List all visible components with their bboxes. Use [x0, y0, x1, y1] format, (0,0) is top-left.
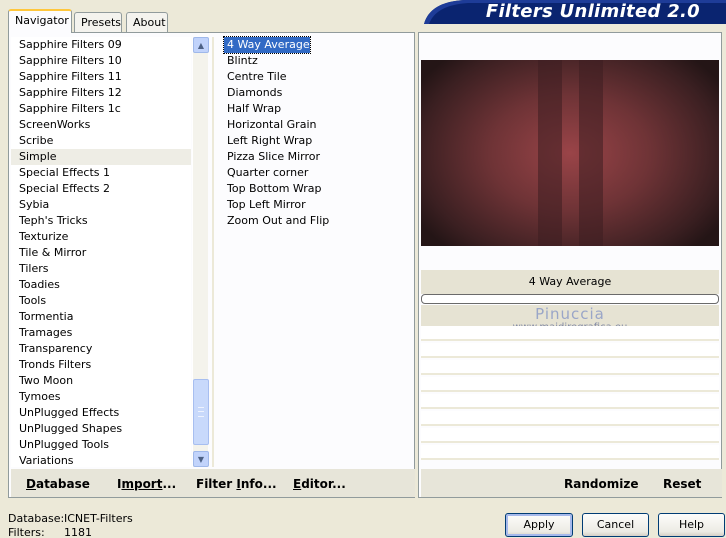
category-item[interactable]: Teph's Tricks	[11, 213, 191, 229]
category-item[interactable]: Tools	[11, 293, 191, 309]
preview-toolbar: Randomize Reset	[421, 469, 722, 497]
category-item[interactable]: Sybia	[11, 197, 191, 213]
filters-label: Filters:	[8, 526, 45, 538]
category-item[interactable]: Tormentia	[11, 309, 191, 325]
import-button[interactable]: Import...	[117, 477, 176, 491]
scroll-up-button[interactable]: ▲	[193, 37, 209, 53]
category-item[interactable]: UnPlugged Shapes	[11, 421, 191, 437]
filter-item[interactable]: Quarter corner	[224, 165, 308, 181]
reset-button[interactable]: Reset	[663, 477, 701, 491]
preview-filter-name: 4 Way Average	[421, 270, 719, 294]
category-item[interactable]: Special Effects 2	[11, 181, 191, 197]
parameter-slot	[421, 360, 719, 375]
tab-navigator[interactable]: Navigator	[8, 9, 72, 33]
filter-item[interactable]: Diamonds	[224, 85, 282, 101]
list-divider	[212, 37, 214, 467]
parameter-slot	[421, 394, 719, 409]
category-item[interactable]: Toadies	[11, 277, 191, 293]
filter-preview-image	[421, 60, 719, 246]
filter-item[interactable]: Top Bottom Wrap	[224, 181, 322, 197]
status-area: Database:ICNET-Filters Filters: 1181	[8, 512, 133, 538]
grip-icon	[198, 407, 204, 417]
parameter-slot	[421, 445, 719, 460]
chevron-up-icon: ▲	[197, 40, 205, 50]
apply-button[interactable]: Apply	[505, 513, 573, 537]
category-item[interactable]: UnPlugged Tools	[11, 437, 191, 453]
category-item[interactable]: Sapphire Filters 12	[11, 85, 191, 101]
parameter-slot	[421, 343, 719, 358]
category-item[interactable]: Sapphire Filters 09	[11, 37, 191, 53]
category-item[interactable]: Transparency	[11, 341, 191, 357]
category-item[interactable]: Special Effects 1	[11, 165, 191, 181]
category-item[interactable]: ScreenWorks	[11, 117, 191, 133]
category-item[interactable]: Tilers	[11, 261, 191, 277]
filters-count: 1181	[64, 526, 92, 538]
database-label: Database:	[8, 512, 65, 525]
category-item[interactable]: Tile & Mirror	[11, 245, 191, 261]
category-item[interactable]: Sapphire Filters 11	[11, 69, 191, 85]
help-button[interactable]: Help	[658, 513, 725, 537]
filter-item[interactable]: Centre Tile	[224, 69, 287, 85]
app-banner: Filters Unlimited 2.0	[424, 0, 726, 24]
category-item[interactable]: Sapphire Filters 1c	[11, 101, 191, 117]
category-item[interactable]: Tramages	[11, 325, 191, 341]
filter-item[interactable]: Blintz	[224, 53, 258, 69]
navigator-toolbar: Database Import... Filter Info... Editor…	[11, 469, 415, 497]
category-scrollbar[interactable]: ▲ ▼	[192, 37, 209, 467]
category-item[interactable]: UnPlugged Effects	[11, 405, 191, 421]
category-item[interactable]: Texturize	[11, 229, 191, 245]
filter-item[interactable]: 4 Way Average	[223, 36, 311, 54]
category-item[interactable]: Tronds Filters	[11, 357, 191, 373]
preview-background	[421, 60, 719, 246]
filter-item[interactable]: Zoom Out and Flip	[224, 213, 329, 229]
category-item[interactable]: Simple	[11, 149, 191, 165]
database-button[interactable]: Database	[26, 477, 90, 491]
tab-presets[interactable]: Presets	[74, 12, 122, 32]
tab-about[interactable]: About	[126, 12, 168, 32]
parameter-slot	[421, 428, 719, 443]
app-title: Filters Unlimited 2.0	[485, 1, 700, 22]
database-value: ICNET-Filters	[64, 512, 133, 525]
preview-stripe	[579, 60, 603, 246]
category-item[interactable]: Scribe	[11, 133, 191, 149]
filter-item[interactable]: Pizza Slice Mirror	[224, 149, 320, 165]
filter-item[interactable]: Horizontal Grain	[224, 117, 316, 133]
category-item[interactable]: Tymoes	[11, 389, 191, 405]
category-list[interactable]: Sapphire Filters 09 Sapphire Filters 10 Sa…	[11, 37, 191, 467]
filter-item[interactable]: Half Wrap	[224, 101, 281, 117]
editor-button[interactable]: Editor...	[293, 477, 346, 491]
scroll-thumb[interactable]	[193, 379, 209, 445]
category-item[interactable]: Variations	[11, 453, 191, 467]
scroll-down-button[interactable]: ▼	[193, 451, 209, 467]
cancel-button[interactable]: Cancel	[582, 513, 649, 537]
category-item[interactable]: Sapphire Filters 10	[11, 53, 191, 69]
parameter-slot	[421, 377, 719, 392]
randomize-button[interactable]: Randomize	[564, 477, 638, 491]
parameter-slot	[421, 411, 719, 426]
progress-bar	[421, 294, 719, 304]
filter-info-button[interactable]: Filter Info...	[196, 477, 277, 491]
category-item[interactable]: Two Moon	[11, 373, 191, 389]
filter-item[interactable]: Left Right Wrap	[224, 133, 312, 149]
parameter-slot	[421, 326, 719, 341]
filter-item[interactable]: Top Left Mirror	[224, 197, 306, 213]
chevron-down-icon: ▼	[197, 454, 205, 464]
preview-stripe	[538, 60, 562, 246]
filter-list[interactable]: 4 Way Average Blintz Centre Tile Diamonds Ha…	[223, 36, 412, 467]
